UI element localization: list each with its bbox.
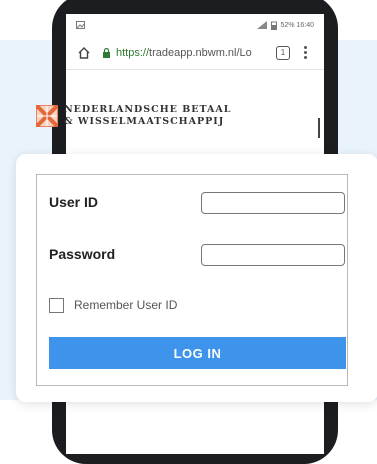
brand-logo	[36, 105, 58, 127]
signal-icon	[256, 21, 267, 29]
remember-checkbox[interactable]	[49, 298, 64, 313]
status-bar: 52% 16:40	[66, 14, 324, 36]
user-id-input[interactable]	[201, 192, 345, 214]
lock-icon	[100, 46, 112, 60]
tabs-icon[interactable]: 1	[276, 45, 290, 60]
brand-header: NEDERLANDSCHE BETAAL & WISSELMAATSCHAPPI…	[36, 104, 231, 128]
password-label: Password	[49, 246, 116, 262]
brand-line-2: & WISSELMAATSCHAPPIJ	[64, 116, 225, 127]
remember-label[interactable]: Remember User ID	[74, 298, 177, 312]
text-cursor	[318, 118, 320, 138]
brand-line-1: NEDERLANDSCHE BETAAL	[64, 104, 232, 115]
url-path: tradeapp.nbwm.nl/Lo	[149, 46, 252, 59]
url-bar[interactable]: https://tradeapp.nbwm.nl/Lo	[116, 47, 266, 59]
overflow-menu-icon[interactable]	[302, 46, 308, 59]
url-scheme: https://	[116, 46, 150, 59]
password-input[interactable]	[201, 244, 345, 266]
home-icon[interactable]	[74, 43, 94, 63]
tabs-count: 1	[280, 48, 286, 57]
login-button[interactable]: LOG IN	[49, 337, 346, 369]
battery-icon	[270, 21, 277, 30]
user-id-label: User ID	[49, 194, 99, 210]
browser-toolbar: https://tradeapp.nbwm.nl/Lo 1	[66, 36, 324, 70]
status-text: 52% 16:40	[280, 21, 314, 29]
image-icon	[76, 21, 85, 29]
